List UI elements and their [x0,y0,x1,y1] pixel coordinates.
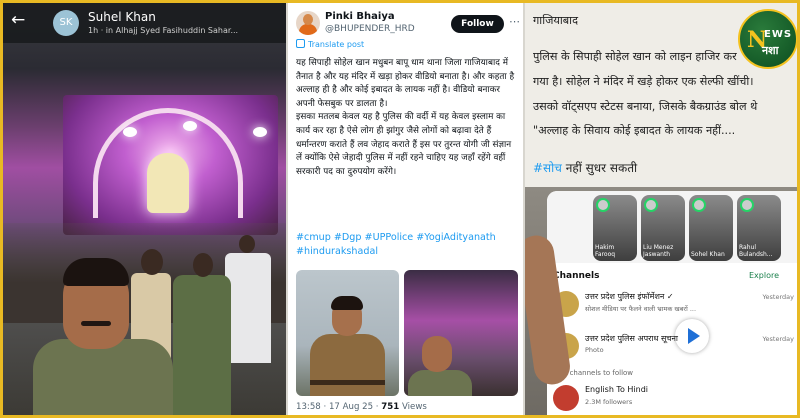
tweet-image-temple-selfie[interactable] [404,270,518,396]
devotee-head [239,235,255,253]
translate-label: Translate post [308,40,365,49]
channel-time: Yesterday [762,335,794,343]
tweet-panel: Pinki Bhaiya @BHUPENDER_HRD Follow ⋯ Tra… [288,3,523,415]
tweet-views-label: Views [401,402,427,412]
story-card[interactable]: Liu Menez Jaswanth [641,195,685,261]
back-arrow-icon[interactable]: ← [11,11,27,29]
more-options-icon[interactable]: ⋯ [509,15,520,28]
story-name: Sohel Khan [691,251,725,258]
status-selfie-panel: ← SK Suhel Khan 1h · in Alhajj Syed Fasi… [3,3,286,415]
devotee-head [193,253,213,277]
selfie-person-mustache [81,321,111,326]
avatar-body [299,24,317,35]
news-line: गाजियाबाद [533,14,579,27]
channel-title: उत्तर प्रदेश पुलिस इंफॉर्मेशन ✓ [585,292,674,301]
channel-row[interactable]: English To Hindi 2.3M followers [553,383,797,415]
tweet-view-count: 751 [381,402,400,412]
logo-hindi: नशा [762,44,779,57]
phone-screen: Hakim Farooq Liu Menez Jaswanth Sohel Kh… [547,191,797,415]
news-line: उसको वॉट्सएप स्टेटस बनाया, जिसके बैकग्रा… [533,100,758,113]
story-name: Hakim Farooq [595,244,616,258]
devotee [173,275,231,415]
story-name: Liu Menez Jaswanth [643,244,674,258]
news-nasha-logo: N EWS नशा [738,9,797,69]
status-meta: 1h · in Alhajj Syed Fasihuddin Sahar... [88,26,239,35]
devotee-head [141,249,163,275]
channel-row[interactable]: उत्तर प्रदेश पुलिस इंफॉर्मेशन ✓ सोशल मीड… [553,289,797,323]
selfie-person-hair [63,258,129,286]
channel-row[interactable]: उत्तर प्रदेश पुलिस अपराध सूचना Photo Yes… [553,331,797,365]
avatar[interactable] [296,11,320,35]
news-hashtag-line: #सोच नहीं सुधर सकती [533,159,637,176]
story-name: Rahul Bulandsh... [739,244,773,258]
tweet-timestamp: 13:58 · 17 Aug 25 · [296,402,379,412]
uniform-belt [310,380,385,385]
explore-link[interactable]: Explore [749,271,779,280]
channel-preview: Photo [585,346,604,354]
story-avatar [644,198,658,212]
selfie-body [408,370,472,396]
translate-icon [296,39,305,48]
channel-followers: 2.3M followers [585,398,633,406]
tweet-hashtags[interactable]: #cmup #Dgp #UPPolice #YogiAdityanath #hi… [296,231,520,259]
selfie-face [422,336,452,372]
selfie-person-body [33,339,173,415]
avatar-head [303,14,313,25]
tweet-body: यह सिपाही सोहेल खान मधुबन बापू धाम थाना … [296,57,518,179]
tweet-author-name[interactable]: Pinki Bhaiya [325,11,395,22]
story-card[interactable]: Rahul Bulandsh... [737,195,781,261]
tweet-paragraph: यह सिपाही सोहेल खान मधुबन बापू धाम थाना … [296,58,515,109]
channel-title: English To Hindi [585,385,649,394]
news-line: पुलिस के सिपाही सोहेल खान को लाइन हाजिर … [533,50,737,63]
status-top-bar: ← SK Suhel Khan 1h · in Alhajj Syed Fasi… [3,3,286,43]
news-hashtag[interactable]: #सोच [533,161,562,175]
story-avatar [692,198,706,212]
channels-heading: Channels [553,271,600,281]
tweet-paragraph: इसका मतलब केवल यह है पुलिस की वर्दी में … [296,112,512,177]
news-line: गया है। सोहेल ने मंदिर में खड़े होकर एक … [533,75,754,88]
tweet-image-uniform-photo[interactable] [296,270,399,396]
collage-frame: ← SK Suhel Khan 1h · in Alhajj Syed Fasi… [0,0,800,418]
chandelier-light [123,127,137,137]
chandelier-light [183,121,197,131]
follow-button[interactable]: Follow [451,15,504,33]
news-hashtag-rest: नहीं सुधर सकती [561,161,638,175]
story-avatar [740,198,754,212]
channel-title: उत्तर प्रदेश पुलिस अपराध सूचना [585,334,678,343]
uniform-body [310,334,385,396]
uniform-hair [331,296,363,310]
logo-latin: EWS [764,29,793,40]
contact-name[interactable]: Suhel Khan [88,10,156,24]
story-card[interactable]: Hakim Farooq [593,195,637,261]
tweet-meta: 13:58 · 17 Aug 25 · 751 Views [296,402,427,412]
deity-idol [147,153,189,213]
story-avatar [596,198,610,212]
status-stories-row: Hakim Farooq Liu Menez Jaswanth Sohel Kh… [547,191,797,263]
flag-icon [553,385,579,411]
channel-time: Yesterday [762,293,794,301]
tweet-author-handle[interactable]: @BHUPENDER_HRD [325,24,415,34]
avatar[interactable]: SK [53,10,79,36]
devotee [225,253,271,363]
story-card[interactable]: Sohel Khan [689,195,733,261]
news-line: "अल्लाह के सिवाय कोई इबादत के लायक नहीं.… [533,124,736,137]
chandelier-light [253,127,267,137]
channel-preview: सोशल मीडिया पर फैलने वाली भ्रामक खबरों .… [585,305,697,313]
translate-post-link[interactable]: Translate post [296,39,364,49]
